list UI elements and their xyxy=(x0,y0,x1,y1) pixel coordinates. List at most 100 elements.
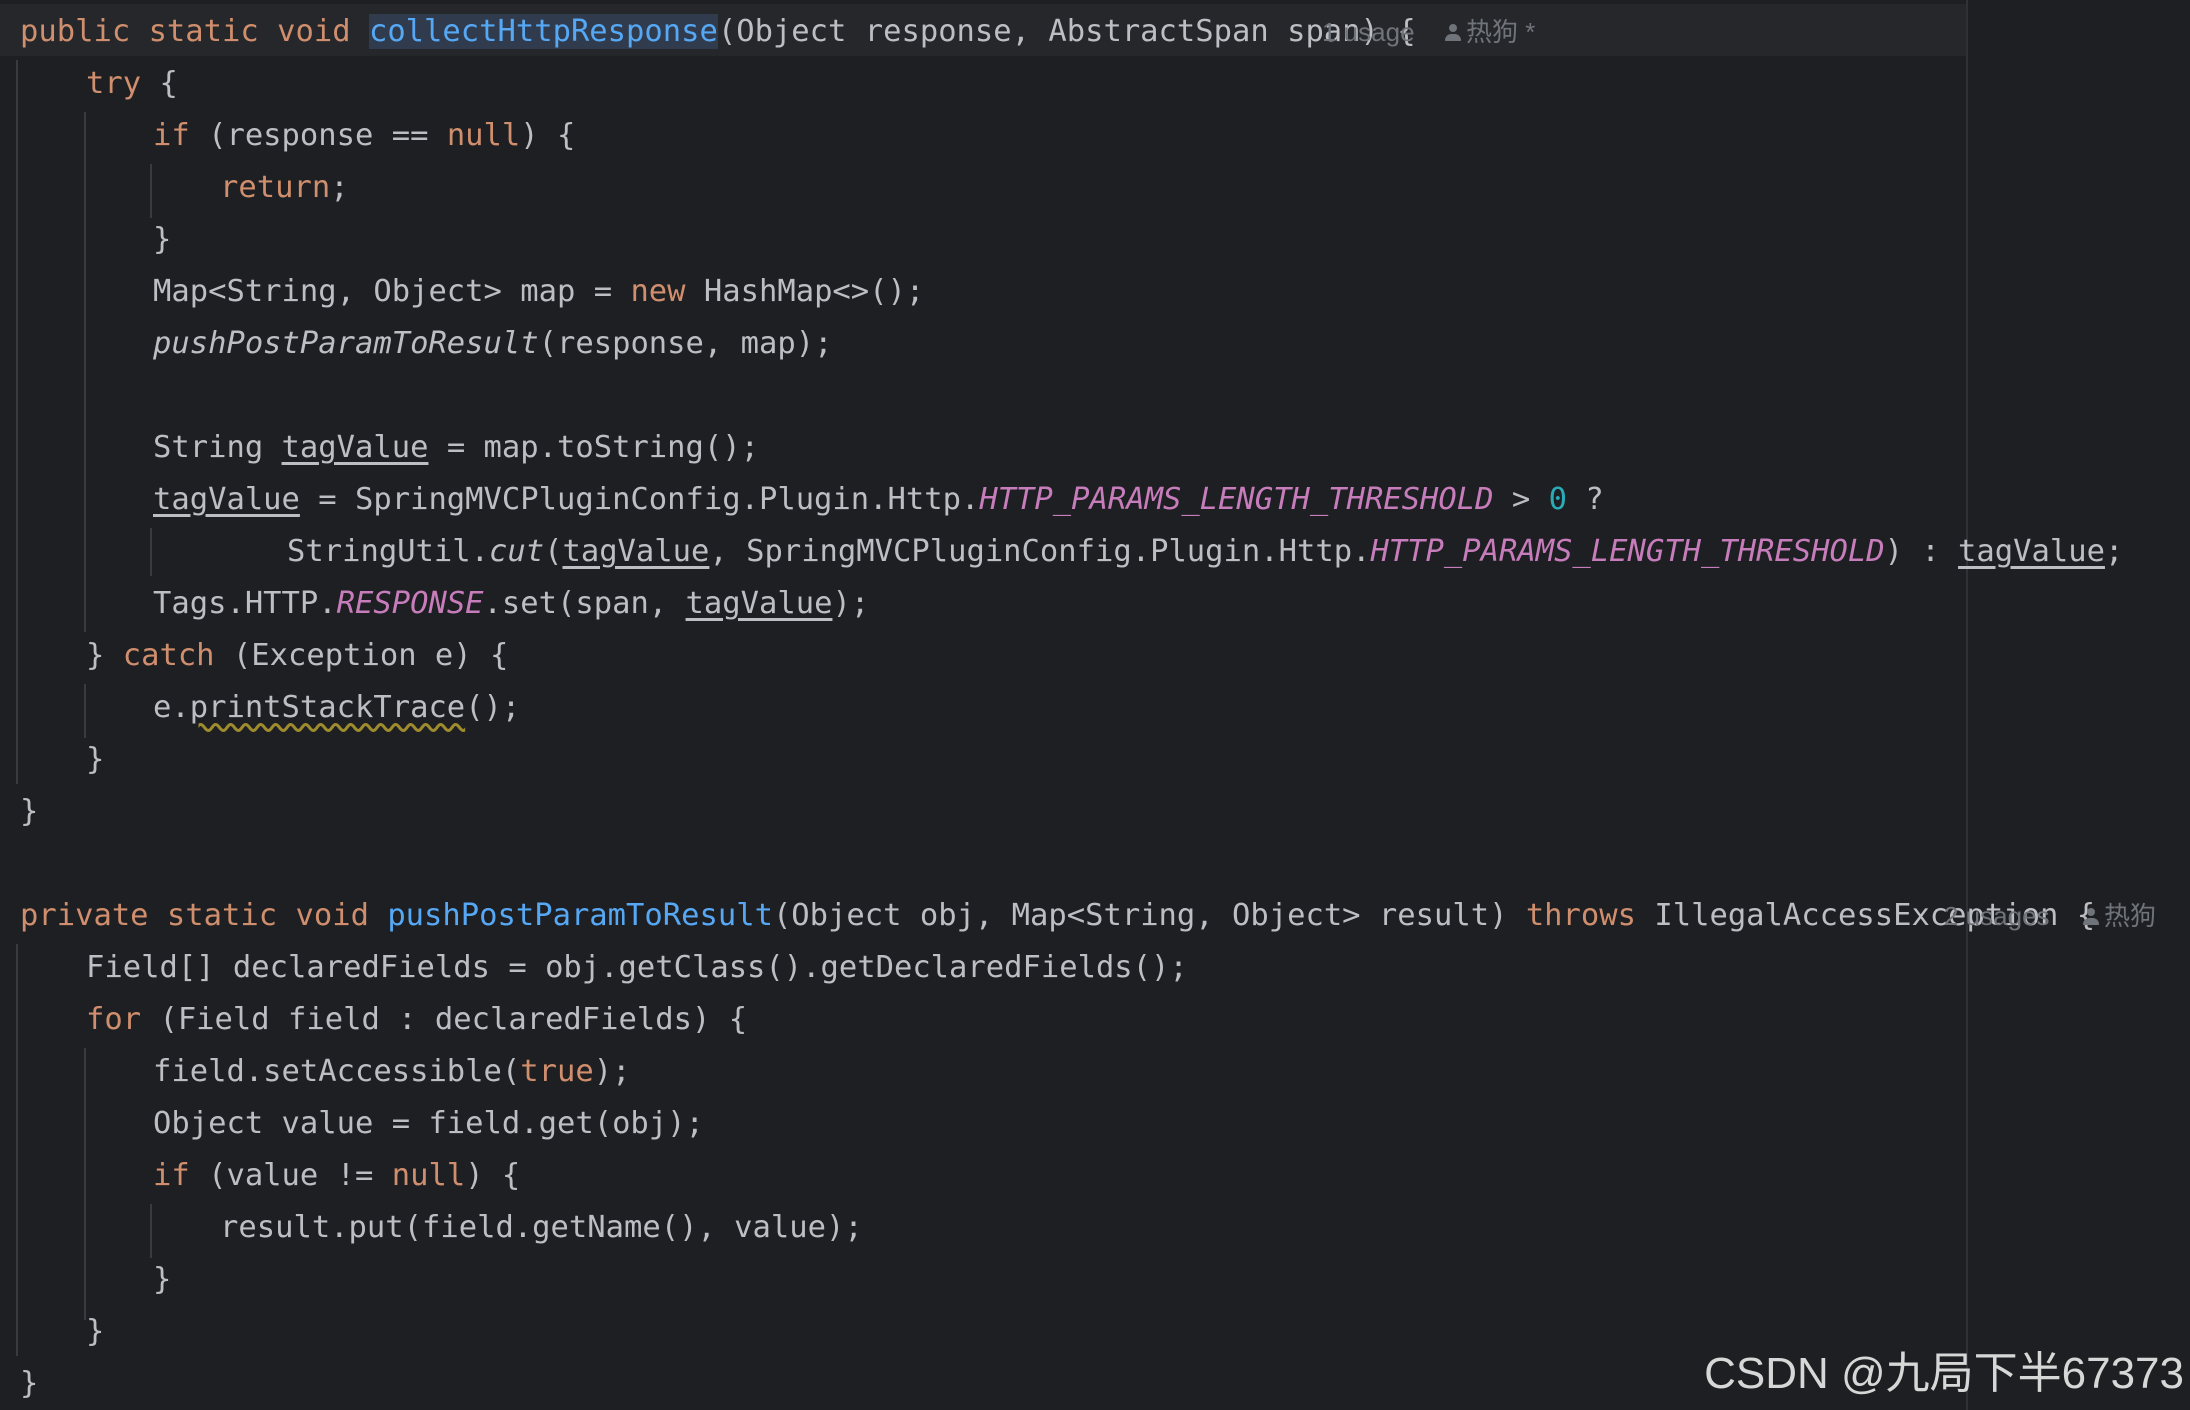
method-params: (Object obj, Map<String, Object> result) xyxy=(772,898,1526,933)
code-line[interactable]: StringUtil.cut(tagValue, SpringMVCPlugin… xyxy=(287,526,2123,578)
indent-guide xyxy=(16,60,18,784)
keyword: public xyxy=(20,14,131,49)
code-text: field.setAccessible( xyxy=(153,1054,521,1089)
method-name-highlighted[interactable]: collectHttpResponse xyxy=(368,14,718,49)
person-icon xyxy=(2082,907,2100,927)
code-text: (Exception e) { xyxy=(214,638,509,673)
code-line[interactable]: } xyxy=(153,1254,171,1306)
static-constant[interactable]: HTTP_PARAMS_LENGTH_THRESHOLD xyxy=(1370,534,1884,569)
code-text: ? xyxy=(1566,482,1604,517)
keyword: private xyxy=(20,898,149,933)
indent-guide xyxy=(150,528,152,576)
indent-guide xyxy=(150,1204,152,1258)
code-text: } xyxy=(153,222,172,257)
code-line[interactable]: tagValue = SpringMVCPluginConfig.Plugin.… xyxy=(153,474,1604,526)
code-text: ); xyxy=(832,586,870,621)
code-text: Object value = field.get(obj); xyxy=(153,1106,704,1141)
author-name: 热狗 * xyxy=(1466,17,1536,47)
code-text: (Field field : declaredFields) { xyxy=(141,1002,748,1037)
code-line[interactable]: e.printStackTrace(); xyxy=(153,682,520,734)
code-line[interactable]: } xyxy=(86,734,104,786)
code-text: > xyxy=(1493,482,1549,517)
keyword: for xyxy=(86,1002,142,1037)
code-text: result.put(field.getName(), value); xyxy=(220,1210,863,1245)
static-constant[interactable]: RESPONSE xyxy=(337,586,484,621)
keyword: void xyxy=(295,898,369,933)
code-text: } xyxy=(86,742,105,777)
author-name: 热狗 xyxy=(2104,901,2157,931)
keyword: null xyxy=(391,1158,466,1193)
code-editor[interactable]: public static void collectHttpResponse(O… xyxy=(0,0,2190,1410)
code-text: (response, map); xyxy=(538,326,833,361)
keyword: static xyxy=(148,14,259,49)
code-line[interactable]: Object value = field.get(obj); xyxy=(153,1098,704,1150)
code-text: } xyxy=(20,1366,39,1401)
usage-hint[interactable]: 2 usages xyxy=(1944,890,2050,942)
code-text: Field[] declaredFields = obj.getClass().… xyxy=(86,950,1188,985)
code-text: Map<String, Object> map = xyxy=(153,274,631,309)
code-text: (response == xyxy=(189,118,447,153)
person-icon xyxy=(1444,23,1462,43)
code-text: .set(span, xyxy=(483,586,686,621)
static-constant[interactable]: HTTP_PARAMS_LENGTH_THRESHOLD xyxy=(979,482,1493,517)
keyword: try xyxy=(86,66,142,101)
method-params: (Object response, AbstractSpan span) { xyxy=(717,14,1416,49)
keyword: true xyxy=(520,1054,594,1089)
code-text: ) { xyxy=(465,1158,521,1193)
keyword: return xyxy=(220,170,331,205)
author-hint[interactable]: 热狗 xyxy=(2082,890,2156,942)
code-text: ) : xyxy=(1884,534,1959,569)
code-text: = map.toString(); xyxy=(428,430,759,465)
code-text: Tags.HTTP. xyxy=(153,586,337,621)
code-line[interactable]: Field[] declaredFields = obj.getClass().… xyxy=(86,942,1188,994)
code-text: { xyxy=(141,66,178,101)
code-line[interactable]: } xyxy=(20,1358,38,1410)
code-line-method1-signature[interactable]: public static void collectHttpResponse(O… xyxy=(20,6,1416,58)
deprecated-call-warning[interactable]: printStackTrace xyxy=(190,690,465,725)
code-line[interactable]: } xyxy=(20,786,38,838)
code-line[interactable]: return; xyxy=(220,162,349,214)
code-line[interactable]: result.put(field.getName(), value); xyxy=(220,1202,863,1254)
code-line[interactable]: if (value != null) { xyxy=(153,1150,520,1202)
code-text: } xyxy=(153,1262,172,1297)
reassigned-variable[interactable]: tagValue xyxy=(282,430,429,465)
keyword: catch xyxy=(122,638,215,673)
code-text: ; xyxy=(2104,534,2124,569)
reassigned-variable[interactable]: tagValue xyxy=(686,586,833,621)
code-line[interactable]: try { xyxy=(86,58,178,110)
number-literal: 0 xyxy=(1548,482,1567,517)
keyword: void xyxy=(277,14,351,49)
static-method-call[interactable]: pushPostParamToResult xyxy=(153,326,539,361)
watermark-text: CSDN @九局下半67373 xyxy=(1704,1349,2184,1398)
indent-guide xyxy=(16,944,18,1356)
code-line[interactable]: pushPostParamToResult(response, map); xyxy=(153,318,832,370)
indent-guide xyxy=(150,164,152,218)
reassigned-variable[interactable]: tagValue xyxy=(1958,534,2105,569)
code-text: } xyxy=(20,794,39,829)
code-text: } xyxy=(86,1314,105,1349)
keyword: if xyxy=(153,1158,190,1193)
static-method-call[interactable]: cut xyxy=(489,534,544,569)
code-line[interactable]: String tagValue = map.toString(); xyxy=(153,422,759,474)
code-line[interactable]: for (Field field : declaredFields) { xyxy=(86,994,747,1046)
code-line[interactable]: field.setAccessible(true); xyxy=(153,1046,630,1098)
code-line[interactable]: } catch (Exception e) { xyxy=(86,630,508,682)
code-line[interactable]: } xyxy=(86,1306,104,1358)
code-text: String xyxy=(153,430,282,465)
code-text: ( xyxy=(544,534,563,569)
code-line[interactable]: if (response == null) { xyxy=(153,110,575,162)
author-hint[interactable]: 热狗 * xyxy=(1444,6,1535,58)
usage-hint[interactable]: 1 usage xyxy=(1322,6,1415,58)
reassigned-variable[interactable]: tagValue xyxy=(153,482,300,517)
right-margin-guide xyxy=(1966,0,1968,1410)
method-name[interactable]: pushPostParamToResult xyxy=(387,898,773,933)
code-text: StringUtil. xyxy=(287,534,489,569)
keyword: static xyxy=(166,898,278,933)
code-line[interactable]: } xyxy=(153,214,171,266)
keyword: if xyxy=(153,118,190,153)
code-line[interactable]: Map<String, Object> map = new HashMap<>(… xyxy=(153,266,924,318)
code-line[interactable]: Tags.HTTP.RESPONSE.set(span, tagValue); xyxy=(153,578,869,630)
keyword: null xyxy=(446,118,521,153)
code-line-method2-signature[interactable]: private static void pushPostParamToResul… xyxy=(20,890,2095,942)
reassigned-variable[interactable]: tagValue xyxy=(562,534,709,569)
